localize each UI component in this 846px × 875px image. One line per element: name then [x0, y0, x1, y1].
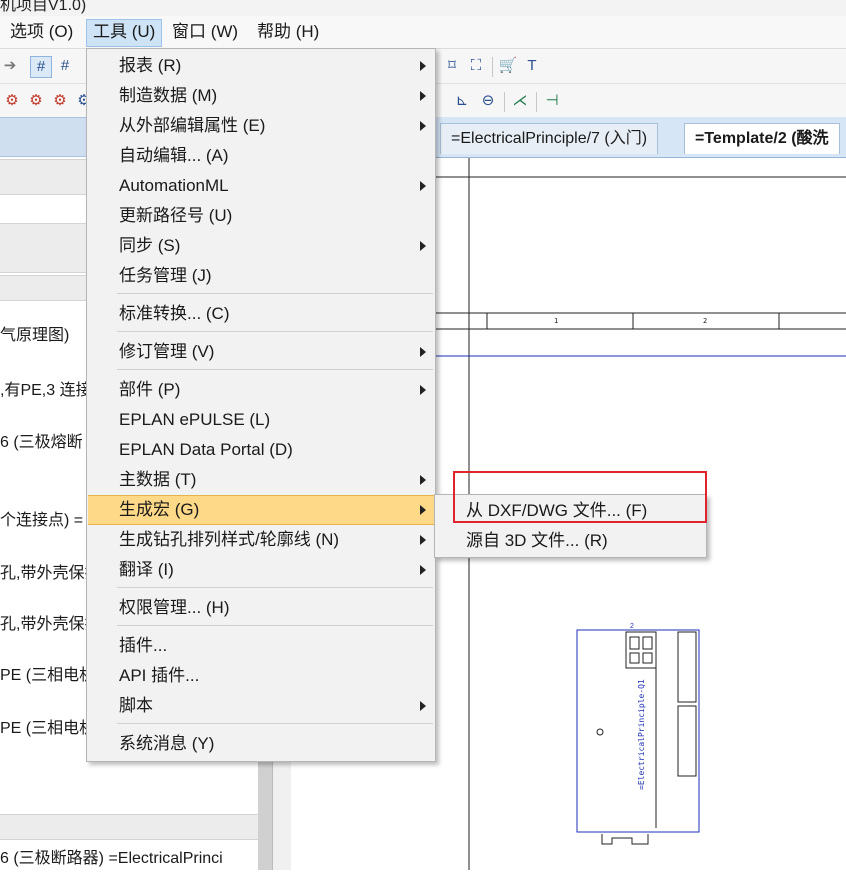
device-tag: 2 [630, 623, 634, 630]
menu-separator [117, 293, 433, 294]
toolbar-separator [492, 57, 493, 77]
tree-item[interactable]: 气原理图) [0, 321, 69, 345]
document-tab-bar: =ElectricalPrinciple/7 (入门) =Template/2 … [434, 117, 846, 158]
tree-item[interactable]: 6 (三极熔断 [0, 428, 83, 452]
menu-item-eplan-data-portal[interactable]: EPLAN Data Portal (D) [88, 435, 434, 465]
tree-item[interactable]: PE (三相电机 [0, 661, 95, 685]
tree-item[interactable]: 个连接点) = [0, 506, 83, 530]
submenu-arrow-icon [420, 505, 426, 515]
menu-item-eplan-epulse[interactable]: EPLAN ePULSE (L) [88, 405, 434, 435]
grid-snap-icon[interactable]: # [30, 56, 52, 78]
menu-item-edit-properties-externally[interactable]: 从外部编辑属性 (E) [88, 111, 434, 141]
tree-item[interactable]: 6 (三极断路器) =ElectricalPrinci [0, 844, 223, 868]
angle-connection-icon[interactable]: ⊾ [452, 91, 472, 111]
toolbar-separator [504, 92, 505, 112]
menu-separator [117, 369, 433, 370]
menu-item-revision-management[interactable]: 修订管理 (V) [88, 337, 434, 367]
column-number: 1 [554, 317, 559, 325]
part-insert-icon[interactable]: ⚙ [50, 91, 70, 111]
t-node-icon[interactable]: ⋌ [510, 91, 530, 111]
shopping-cart-icon[interactable]: 🛒 [498, 56, 518, 76]
menu-item-automationml[interactable]: AutomationML [88, 171, 434, 201]
tools-menu: 报表 (R) 制造数据 (M) 从外部编辑属性 (E) 自动编辑... (A) … [86, 48, 436, 762]
menu-item-manufacturing-data[interactable]: 制造数据 (M) [88, 81, 434, 111]
submenu-arrow-icon [420, 385, 426, 395]
menu-item-rights-management[interactable]: 权限管理... (H) [88, 593, 434, 623]
submenu-arrow-icon [420, 475, 426, 485]
menu-item-scripts[interactable]: 脚本 [88, 691, 434, 721]
menu-item-generate-drilling-pattern[interactable]: 生成钻孔排列样式/轮廓线 (N) [88, 525, 434, 555]
panel-scroll-band [0, 814, 258, 840]
menu-item-api-add-ins[interactable]: API 插件... [88, 661, 434, 691]
menu-item-update-path-number[interactable]: 更新路径号 (U) [88, 201, 434, 231]
submenu-arrow-icon [420, 565, 426, 575]
tree-item[interactable]: ,有PE,3 连接 [0, 376, 92, 400]
menu-item-generate-macro[interactable]: 生成宏 (G) [88, 495, 434, 525]
submenu-arrow-icon [420, 535, 426, 545]
connection-point-icon[interactable]: ⌑ [442, 56, 462, 76]
menu-item-parts[interactable]: 部件 (P) [88, 375, 434, 405]
submenu-arrow-icon [420, 241, 426, 251]
grid-icon[interactable]: # [55, 56, 75, 76]
splitter-gap [272, 760, 291, 870]
menu-item-translate[interactable]: 翻译 (I) [88, 555, 434, 585]
submenu-arrow-icon [420, 121, 426, 131]
submenu-arrow-icon [420, 181, 426, 191]
menu-bar: 选项 (O) 工具 (U) 窗口 (W) 帮助 (H) [0, 16, 846, 49]
menu-item-standard-conversion[interactable]: 标准转换... (C) [88, 299, 434, 329]
menu-item-task-management[interactable]: 任务管理 (J) [88, 261, 434, 291]
submenu-arrow-icon [420, 701, 426, 711]
column-number: 2 [703, 317, 708, 325]
submenu-arrow-icon [420, 347, 426, 357]
submenu-arrow-icon [420, 61, 426, 71]
cable-definition-icon[interactable]: ⊣ [542, 91, 562, 111]
menu-item-reports[interactable]: 报表 (R) [88, 51, 434, 81]
menu-tools[interactable]: 工具 (U) [86, 19, 163, 47]
interruption-point-icon[interactable]: ⊖ [478, 91, 498, 111]
forward-arrow-icon[interactable]: ➔ [0, 56, 20, 76]
menu-help[interactable]: 帮助 (H) [251, 19, 325, 45]
menu-item-system-messages[interactable]: 系统消息 (Y) [88, 729, 434, 759]
menu-window[interactable]: 窗口 (W) [166, 19, 244, 45]
toolbar-separator [536, 92, 537, 112]
menu-item-auto-edit[interactable]: 自动编辑... (A) [88, 141, 434, 171]
selection-frame-icon[interactable]: ⛶ [466, 56, 486, 76]
menu-separator [117, 331, 433, 332]
window-title-bar: 机项目V1.0) [0, 0, 846, 16]
device-label[interactable]: =ElectricalPrinciple-Q1 [636, 670, 648, 790]
symbol-icon[interactable]: ⚙ [2, 91, 22, 111]
menu-separator [117, 587, 433, 588]
menu-options[interactable]: 选项 (O) [4, 19, 79, 45]
menu-item-synchronize[interactable]: 同步 (S) [88, 231, 434, 261]
menu-item-add-ins[interactable]: 插件... [88, 631, 434, 661]
menu-item-master-data[interactable]: 主数据 (T) [88, 465, 434, 495]
submenu-arrow-icon [420, 91, 426, 101]
tab-electrical-principle[interactable]: =ElectricalPrinciple/7 (入门) [440, 123, 659, 154]
tree-item[interactable]: PE (三相电机 [0, 714, 95, 738]
menu-separator [117, 625, 433, 626]
text-insert-icon[interactable]: T [522, 56, 542, 76]
window-title: 机项目V1.0) [0, 0, 87, 14]
submenu-item-from-3d-file[interactable]: 源自 3D 文件... (R) [435, 526, 706, 556]
menu-separator [117, 723, 433, 724]
tab-template[interactable]: =Template/2 (酸洗 [684, 123, 840, 154]
annotation-highlight-box [453, 471, 707, 523]
panel-splitter[interactable] [258, 760, 272, 870]
device-insert-icon[interactable]: ⚙ [26, 91, 46, 111]
